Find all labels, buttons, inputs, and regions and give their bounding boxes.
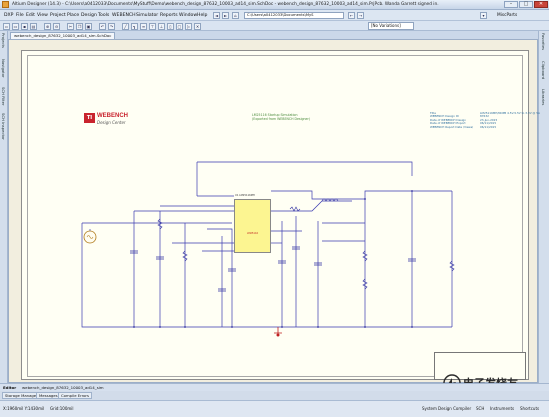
editor-document[interactable]: webench_design_87632_10003_ad14_sim [22, 385, 104, 390]
variations-dropdown[interactable]: [No Variations] [368, 22, 414, 30]
bottom-panel-tabs: Storage Manager Messages Compile Errors [0, 391, 549, 400]
tab-messages[interactable]: Messages [36, 392, 61, 399]
copy-icon[interactable]: ❐ [76, 23, 83, 30]
status-shortcuts-button[interactable]: Shortcuts [520, 406, 539, 411]
toolbar: ▫ ▭ ▪ ▤ ⊕ ⊖ ✂ ❐ ▣ ↶ ↷ ╱ ┓ ≡ ⊤ ⊥ ▯ ▢ ▷ ✕ … [0, 21, 549, 31]
navigate-back-icon[interactable]: ← [348, 12, 355, 19]
title-bar: Altium Designer (14.3) - C:\Users\a04120… [0, 0, 549, 10]
webench-logo: TI WEBENCH Design Center [84, 113, 134, 129]
status-sch-button[interactable]: SCH [476, 406, 484, 411]
document-tab[interactable]: webench_design_87632_10003_ad14_sim.SchD… [10, 32, 116, 39]
logo-subtitle: Design Center [97, 120, 126, 125]
schematic-workspace[interactable]: TI WEBENCH Design Center LM25116 Startup… [8, 39, 540, 383]
paste-icon[interactable]: ▣ [85, 23, 92, 30]
open-folder-icon[interactable]: ▭ [12, 23, 19, 30]
undo-icon[interactable]: ↶ [99, 23, 106, 30]
tab-storage-manager[interactable]: Storage Manager [2, 392, 41, 399]
status-bar: X:1960mil Y:1430mil Grid:100mil System D… [0, 400, 549, 417]
part-icon[interactable]: ▯ [167, 23, 174, 30]
home-icon[interactable]: ⌂ [232, 12, 239, 19]
menu-bar: DXP File Edit View Project Place Design … [0, 10, 549, 21]
save-icon[interactable]: ▪ [21, 23, 28, 30]
tab-sch-inspector[interactable]: SCH Inspector [1, 113, 6, 140]
ic-designator: U1 LM25116MH [235, 194, 255, 197]
ic-ref-label: LM25116 [247, 232, 258, 235]
ground-icon [274, 327, 282, 334]
sheet-note: LM25116 Startup Simulation (Exported fro… [252, 113, 310, 121]
schematic-sheet[interactable]: TI WEBENCH Design Center LM25116 Startup… [21, 50, 540, 380]
left-panel-tabs: Projects Navigator SCH Filter SCH Inspec… [0, 31, 8, 383]
minimize-button[interactable]: – [504, 1, 518, 8]
tab-clipboard[interactable]: Clipboard [541, 61, 546, 79]
menu-reports[interactable]: Reports [160, 13, 178, 18]
schematic-wiring [81, 161, 526, 380]
navigate-forward-icon[interactable]: → [357, 12, 364, 19]
note-line-2: (Exported from WEBENCH Designer) [252, 117, 311, 122]
ti-logo-icon: TI [84, 113, 95, 123]
status-system-button[interactable]: System [422, 406, 437, 411]
menu-place[interactable]: Place [67, 13, 79, 18]
document-path-field[interactable]: C:\Users\a0412033\Documents\MyS [244, 12, 344, 19]
info-row: WEBENCH Report Date (Views) 06/11/2015 [430, 124, 497, 129]
altium-window: Altium Designer (14.3) - C:\Users\a04120… [0, 0, 549, 417]
tab-favorites[interactable]: Favorites [541, 33, 546, 50]
grid-size: Grid:100mil [50, 406, 74, 411]
zoom-icon[interactable]: ⊕ [44, 23, 51, 30]
right-panel-tabs: Favorites Clipboard Libraries [538, 31, 549, 383]
bus-tool-icon[interactable]: ┓ [131, 23, 138, 30]
tab-projects[interactable]: Projects [1, 33, 6, 48]
altium-logo-icon [2, 1, 9, 8]
back-icon[interactable]: ◄ [213, 12, 220, 19]
forward-icon[interactable]: ► [222, 12, 229, 19]
net-label-icon[interactable]: ≡ [140, 23, 147, 30]
menu-view[interactable]: View [37, 13, 48, 18]
document-tab-bar: webench_design_87632_10003_ad14_sim.SchD… [8, 31, 538, 39]
close-button[interactable]: ✕ [534, 1, 548, 8]
tab-libraries[interactable]: Libraries [541, 89, 546, 105]
editor-label: Editor [3, 385, 17, 390]
port-icon[interactable]: ▷ [185, 23, 192, 30]
sheet-symbol-icon[interactable]: ▢ [176, 23, 183, 30]
wire-top-loop [197, 161, 413, 176]
window-title: Altium Designer (14.3) - C:\Users\a04120… [12, 2, 439, 7]
wire-tool-icon[interactable]: ╱ [122, 23, 129, 30]
menu-webench[interactable]: WEBENCH [112, 13, 136, 18]
tab-navigator[interactable]: Navigator [1, 59, 6, 78]
wire-sw-node [271, 200, 352, 212]
menu-project[interactable]: Project [50, 13, 66, 18]
zoom-out-icon[interactable]: ⊖ [53, 23, 60, 30]
redo-icon[interactable]: ↷ [108, 23, 115, 30]
tab-sch-filter[interactable]: SCH Filter [1, 87, 6, 106]
library-selector[interactable]: MiscParts [497, 13, 517, 18]
menu-design[interactable]: Design [81, 13, 97, 18]
ground-icon[interactable]: ⊥ [158, 23, 165, 30]
design-info-block: Title LM25116MH/NOPB 4.5V-5.5V to 3.3V @ … [430, 111, 540, 129]
logo-name: WEBENCH [97, 113, 128, 119]
filter-icon[interactable]: ▾ [480, 12, 487, 19]
menu-tools[interactable]: Tools [98, 13, 109, 18]
power-port-icon[interactable]: ⊤ [149, 23, 156, 30]
print-icon[interactable]: ▤ [30, 23, 37, 30]
cut-icon[interactable]: ✂ [67, 23, 74, 30]
status-design-compiler-button[interactable]: Design Compiler [438, 406, 471, 411]
menu-help[interactable]: Help [197, 13, 207, 18]
no-erc-icon[interactable]: ✕ [194, 23, 201, 30]
status-instruments-button[interactable]: Instruments [490, 406, 514, 411]
cursor-coordinates: X:1960mil Y:1430mil [3, 406, 45, 411]
menu-window[interactable]: Window [179, 13, 197, 18]
editor-strip: Editor webench_design_87632_10003_ad14_s… [0, 383, 549, 391]
new-document-icon[interactable]: ▫ [3, 23, 10, 30]
resistor-rsense [289, 206, 301, 212]
menu-simulator[interactable]: Simulator [136, 13, 158, 18]
maximize-button[interactable]: □ [519, 1, 533, 8]
tab-compile-errors[interactable]: Compile Errors [58, 392, 92, 399]
menu-dxp[interactable]: DXP [4, 13, 13, 18]
menu-file[interactable]: File [16, 13, 24, 18]
controller-ic[interactable]: LM25116 [234, 199, 271, 253]
wire-output-bus [271, 190, 452, 200]
menu-edit[interactable]: Edit [26, 13, 35, 18]
